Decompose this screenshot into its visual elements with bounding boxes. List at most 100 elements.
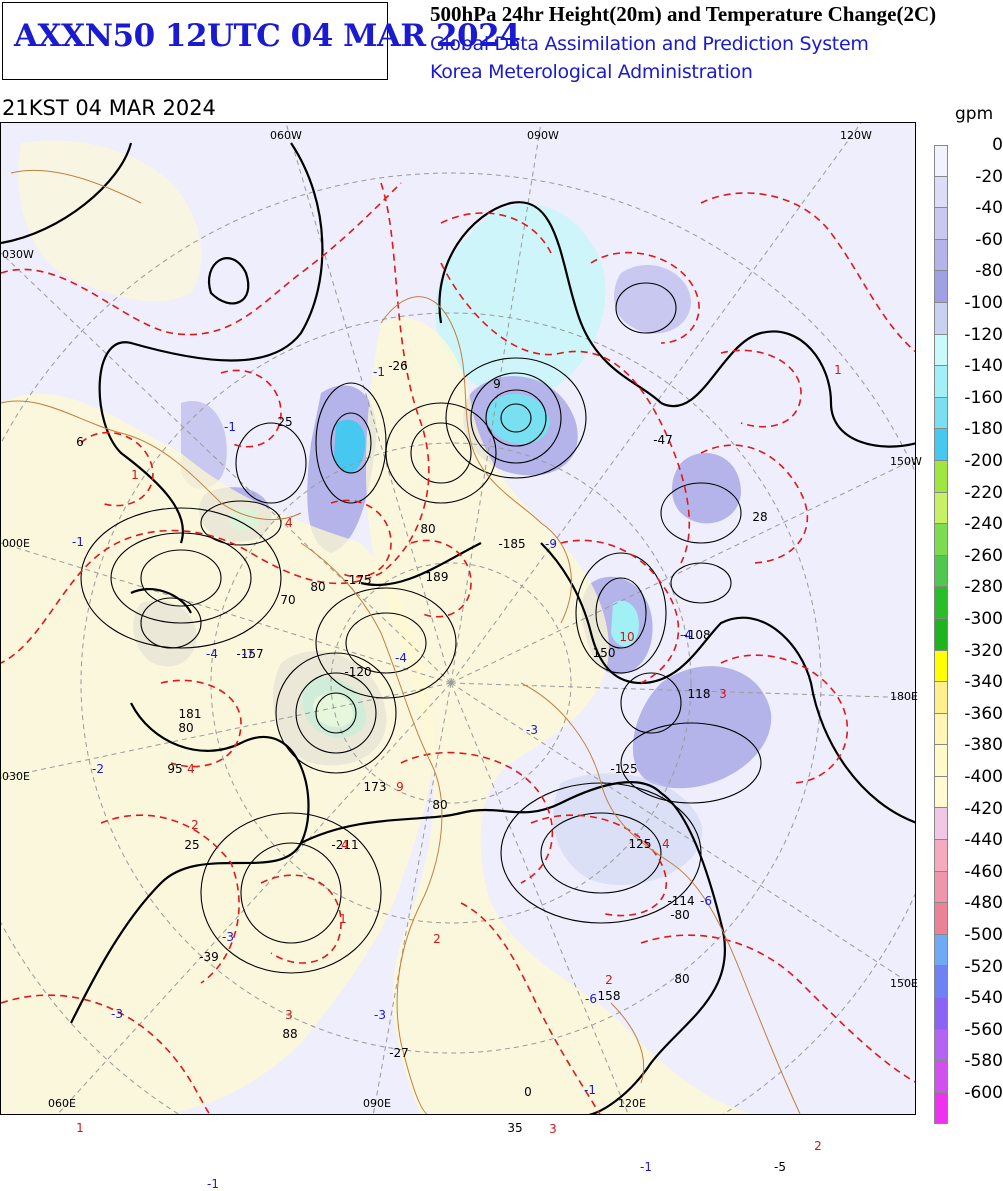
height-change-label: 80 — [310, 580, 326, 594]
temperature-change-label: 2 — [605, 973, 613, 987]
temperature-change-label: 3 — [285, 1008, 293, 1022]
temperature-change-label: -4 — [680, 628, 692, 642]
temperature-change-label: -6 — [700, 894, 712, 908]
height-change-label: 181 — [178, 707, 202, 721]
temperature-change-label: -1 — [72, 535, 84, 549]
temperature-change-label: 4 — [285, 516, 293, 530]
temperature-change-label: -4 — [206, 647, 218, 661]
temperature-change-label: -1 — [224, 420, 236, 434]
height-change-label: 158 — [597, 989, 621, 1003]
height-change-label: -5 — [774, 1160, 786, 1174]
height-change-label: 80 — [674, 972, 690, 986]
temperature-change-label: -3 — [222, 930, 234, 944]
temperature-change-label: -1 — [640, 1160, 652, 1174]
legend-label: 0 — [992, 135, 1003, 155]
height-change-label: -47 — [653, 433, 673, 447]
height-change-label: 25 — [184, 838, 200, 852]
height-change-label: -39 — [199, 950, 219, 964]
legend-label: -600 — [964, 1083, 1003, 1103]
height-change-label: -114 — [667, 894, 695, 908]
height-change-label: 150 — [592, 646, 616, 660]
height-change-label: 28 — [752, 510, 768, 524]
height-change-label: -26 — [388, 359, 408, 373]
temperature-change-label: -3 — [111, 1007, 123, 1021]
temperature-change-label: 9 — [396, 780, 404, 794]
temperature-change-label: 10 — [619, 630, 635, 644]
legend-label: -40 — [975, 198, 1003, 219]
map-value-labels: 6 -26 9 25 -47 28 -185 -175 189 70 80 80 -108 -157 150… — [0, 0, 916, 1191]
legend-label: -260 — [964, 545, 1003, 566]
height-change-label: 173 — [363, 780, 387, 794]
legend-label: -340 — [964, 672, 1003, 693]
temperature-change-label: -3 — [374, 1008, 386, 1022]
height-change-label: -125 — [610, 762, 638, 776]
height-change-label: -27 — [389, 1046, 409, 1060]
height-change-label: 125 — [628, 837, 652, 851]
legend-label: -220 — [964, 482, 1003, 503]
legend-label: -580 — [964, 1051, 1003, 1072]
legend-label: -120 — [964, 324, 1003, 345]
temperature-change-label: -1 — [584, 1083, 596, 1097]
legend-label: -520 — [964, 956, 1003, 977]
temperature-change-label: -6 — [585, 992, 597, 1006]
legend-label: -440 — [964, 830, 1003, 851]
temperature-change-label: 2 — [814, 1139, 822, 1153]
height-change-label: 80 — [178, 721, 194, 735]
legend-label: -400 — [964, 767, 1003, 787]
legend-label: -500 — [964, 925, 1003, 945]
height-change-label: -175 — [344, 573, 372, 587]
temperature-change-label: 1 — [339, 912, 347, 926]
legend-label: -560 — [964, 1019, 1003, 1040]
height-change-label: 70 — [280, 593, 296, 607]
legend-label: -460 — [964, 861, 1003, 882]
height-change-label: 6 — [76, 435, 84, 449]
temperature-change-label: 4 — [341, 838, 349, 852]
height-change-label: 88 — [282, 1027, 298, 1041]
legend-label: -360 — [964, 703, 1003, 724]
temperature-change-label: -9 — [545, 537, 557, 551]
temperature-change-label: 4 — [187, 762, 195, 776]
height-change-label: 25 — [277, 415, 293, 429]
height-change-label: 9 — [493, 377, 501, 391]
legend-label: -480 — [964, 893, 1003, 914]
temperature-change-label: -1 — [373, 365, 385, 379]
legend-label: -100 — [964, 293, 1003, 313]
height-change-label: 0 — [524, 1085, 532, 1099]
legend-label: -380 — [964, 735, 1003, 756]
temperature-change-label: -2 — [92, 762, 104, 776]
legend-label: -20 — [975, 166, 1003, 187]
legend-unit: gpm — [955, 104, 994, 124]
legend-label: -200 — [964, 451, 1003, 471]
temperature-change-label: -3 — [526, 723, 538, 737]
temperature-change-label: 1 — [76, 1121, 84, 1135]
legend-label: -540 — [964, 988, 1003, 1009]
temperature-change-label: 1 — [131, 468, 139, 482]
legend-label: -280 — [964, 577, 1003, 598]
temperature-change-label: 2 — [433, 932, 441, 946]
height-change-label: -80 — [670, 908, 690, 922]
temperature-change-label: -1 — [207, 1177, 219, 1191]
legend-labels: 0 -20 -40 -60 -80 -100 -120 -140 -160 -180 -200 -22… — [940, 135, 1003, 1115]
legend-label: -60 — [975, 229, 1003, 250]
height-change-label: 80 — [432, 798, 448, 812]
height-change-label: 118 — [687, 687, 711, 701]
temperature-change-label: -4 — [395, 651, 407, 665]
temperature-change-label: 4 — [662, 837, 670, 851]
legend-label: -80 — [975, 261, 1003, 282]
height-change-label: -185 — [498, 537, 526, 551]
height-change-label: 95 — [167, 762, 183, 776]
legend-label: -240 — [964, 514, 1003, 535]
temperature-change-label: -7 — [242, 647, 254, 661]
temperature-change-label: 3 — [719, 687, 727, 701]
legend-label: -160 — [964, 387, 1003, 408]
height-change-label: 80 — [420, 522, 436, 536]
height-change-label: 35 — [507, 1121, 523, 1135]
legend-label: -320 — [964, 640, 1003, 661]
height-change-label: 189 — [425, 570, 449, 584]
legend-label: -420 — [964, 798, 1003, 819]
height-change-label: -120 — [344, 665, 372, 679]
temperature-change-label: 3 — [549, 1122, 557, 1136]
temperature-change-label: 2 — [191, 818, 199, 832]
legend-label: -140 — [964, 356, 1003, 377]
temperature-change-label: 1 — [834, 363, 842, 377]
